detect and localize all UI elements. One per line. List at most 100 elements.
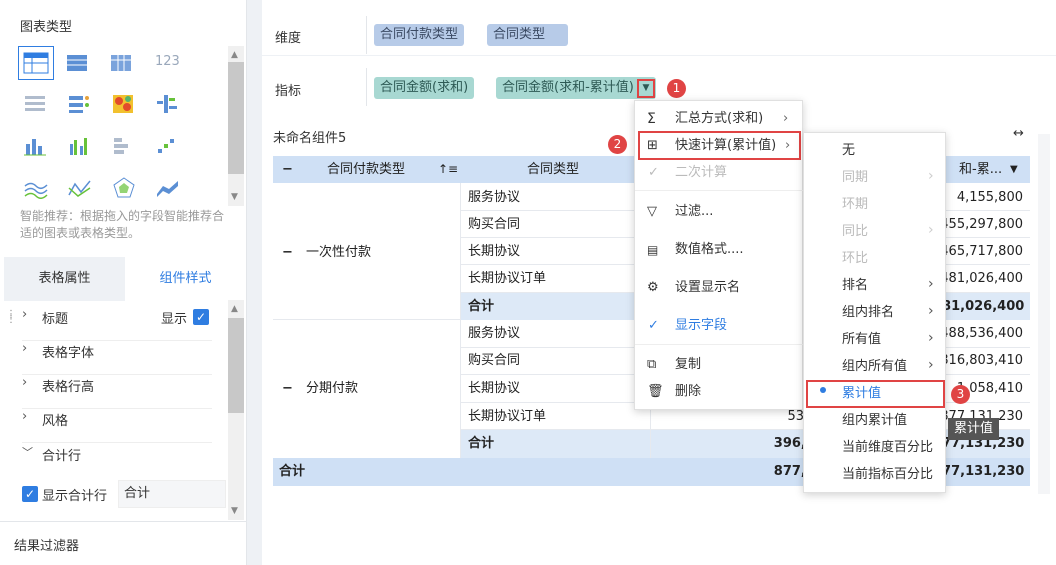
scrollbar-thumb[interactable] (228, 318, 244, 413)
submenu-item[interactable]: 同期 (842, 165, 868, 191)
prop-row-height[interactable]: 表格行高 (42, 376, 94, 395)
scroll-up-icon[interactable]: ▲ (231, 304, 238, 314)
menu-item-delete[interactable]: 🗑 删除 (635, 379, 804, 405)
chevron-right-icon[interactable]: › (22, 307, 27, 322)
detail-table-icon[interactable] (106, 50, 136, 80)
chevron-right-icon[interactable]: › (22, 375, 27, 390)
scroll-up-icon[interactable]: ▲ (231, 50, 238, 60)
divider (22, 408, 212, 409)
step-badge-3: 3 (951, 385, 970, 404)
prop-table-font[interactable]: 表格字体 (42, 342, 94, 361)
show-total-row-checkbox[interactable]: ✓ (22, 486, 38, 502)
table-chart-icon[interactable] (18, 46, 54, 80)
scroll-down-icon[interactable]: ▼ (231, 192, 238, 202)
prop-total-row[interactable]: 合计行 (42, 445, 81, 464)
check-icon: ✓ (648, 165, 659, 180)
dimension-chip[interactable]: 合同类型 (487, 24, 568, 46)
divider (22, 374, 212, 375)
submenu-item[interactable]: 当前指标百分比 (842, 462, 933, 488)
highlight-box (638, 131, 801, 160)
chevron-right-icon[interactable]: › (22, 409, 27, 424)
menu-item-label: 删除 (675, 384, 702, 399)
submenu-item[interactable]: 当前维度百分比 (842, 435, 933, 461)
type-cell: 服务协议 (468, 190, 521, 205)
submenu-item[interactable]: 排名 (842, 273, 868, 299)
tab-table-properties[interactable]: 表格属性 (4, 257, 125, 301)
drag-handle-icon[interactable]: ⋮ ⋮ (6, 310, 16, 325)
chevron-right-icon: › (928, 168, 934, 184)
bar-chart-icon[interactable] (22, 134, 50, 162)
props-scrollbar[interactable]: ▲ ▼ (228, 300, 244, 520)
chevron-right-icon[interactable]: › (22, 341, 27, 356)
measure-label: 指标 (275, 84, 302, 99)
range-area-icon[interactable] (154, 176, 182, 204)
type-cell: 长期协议 (468, 381, 521, 396)
divider (0, 521, 247, 522)
menu-item-aggregate[interactable]: Σ 汇总方式(求和) › (635, 106, 804, 132)
menu-item-number-format[interactable]: ▤ 数值格式.... (635, 237, 804, 263)
submenu-item[interactable]: 环期 (842, 192, 868, 218)
header-dropdown-icon[interactable]: ▼ (1010, 156, 1018, 183)
submenu-item[interactable]: 同比 (842, 219, 868, 245)
menu-item-show-field[interactable]: ✓ 显示字段 (635, 313, 804, 339)
scatter-chart-icon[interactable] (154, 134, 182, 162)
submenu-item[interactable]: 无 (842, 138, 855, 164)
divider (635, 190, 804, 191)
component-title[interactable]: 未命名组件5 (273, 127, 346, 146)
chart-list-scrollbar[interactable]: ▲ ▼ (228, 46, 244, 206)
heatmap-icon[interactable] (110, 92, 138, 120)
divider (22, 442, 212, 443)
dot-matrix-icon[interactable] (154, 92, 182, 120)
submenu-item[interactable]: 组内累计值 (842, 408, 907, 434)
menu-item-secondary-calc[interactable]: ✓ 二次计算 (635, 160, 804, 186)
grouped-bar-icon[interactable] (66, 134, 94, 162)
chevron-down-icon[interactable]: ﹀ (22, 444, 33, 460)
card-table-icon[interactable] (66, 92, 94, 120)
prop-style[interactable]: 风格 (42, 410, 68, 429)
submenu-item[interactable]: 环比 (842, 246, 868, 272)
scroll-down-icon[interactable]: ▼ (231, 506, 238, 516)
expand-width-icon[interactable]: ↔ (1013, 126, 1024, 141)
dimension-chip[interactable]: 合同付款类型 (374, 24, 465, 46)
menu-item-label: 汇总方式(求和) (675, 111, 764, 126)
show-title-checkbox[interactable]: ✓ (193, 309, 209, 325)
quick-calc-submenu: 无 同期 › 环期 同比 › 环比 排名 › 组内排名 › 所有值 › 组内所有… (803, 132, 946, 493)
radar-chart-icon[interactable] (110, 176, 138, 204)
table-scrollbar[interactable] (1038, 134, 1050, 494)
area-chart-icon[interactable] (22, 176, 50, 204)
chevron-right-icon: › (783, 111, 789, 126)
line-chart-icon[interactable] (66, 176, 94, 204)
measure-chip[interactable]: 合同金额(求和) (374, 77, 475, 99)
measure-chip-cumulative[interactable]: 合同金额(求和-累计值) (496, 77, 656, 99)
total-label-input[interactable]: 合计 (118, 480, 226, 508)
stacked-bar-icon[interactable] (110, 134, 138, 162)
group-name: 分期付款 (306, 381, 359, 396)
type-cell: 长期协议 (468, 244, 521, 259)
dropdown-arrow-icon[interactable]: ▼ (637, 79, 655, 98)
collapse-icon[interactable]: − (282, 239, 293, 266)
show-total-row-label: 显示合计行 (42, 489, 108, 504)
submenu-item[interactable]: 组内所有值 (842, 354, 907, 380)
kpi-number-icon[interactable]: 123 (155, 54, 180, 69)
header-cell[interactable]: 合同付款类型 (327, 156, 405, 183)
prop-title[interactable]: 标题 (42, 308, 68, 327)
header-cell[interactable]: 和-累... (959, 156, 1002, 183)
collapse-icon[interactable]: − (282, 375, 293, 402)
menu-item-display-name[interactable]: ⚙ 设置显示名 (635, 275, 804, 301)
check-icon: ✓ (648, 318, 659, 333)
submenu-item[interactable]: 所有值 (842, 327, 881, 353)
grouped-table-icon[interactable] (22, 92, 50, 120)
sort-icon[interactable]: ↑≡ (438, 156, 458, 183)
menu-item-copy[interactable]: ⧉ 复制 (635, 352, 804, 378)
header-cell[interactable]: 合同类型 (527, 156, 579, 183)
tab-component-style[interactable]: 组件样式 (125, 257, 246, 301)
highlight-box (806, 380, 945, 408)
result-filter-title[interactable]: 结果过滤器 (14, 535, 79, 554)
submenu-item[interactable]: 组内排名 (842, 300, 894, 326)
divider (366, 68, 367, 106)
smart-tip-text: 智能推荐：根据拖入的字段智能推荐合适的图表或表格类型。 (20, 209, 225, 240)
crosstab-icon[interactable] (62, 50, 92, 80)
collapse-all-icon[interactable]: − (282, 156, 293, 183)
menu-item-filter[interactable]: ▽ 过滤... (635, 199, 804, 225)
scrollbar-thumb[interactable] (228, 62, 244, 174)
